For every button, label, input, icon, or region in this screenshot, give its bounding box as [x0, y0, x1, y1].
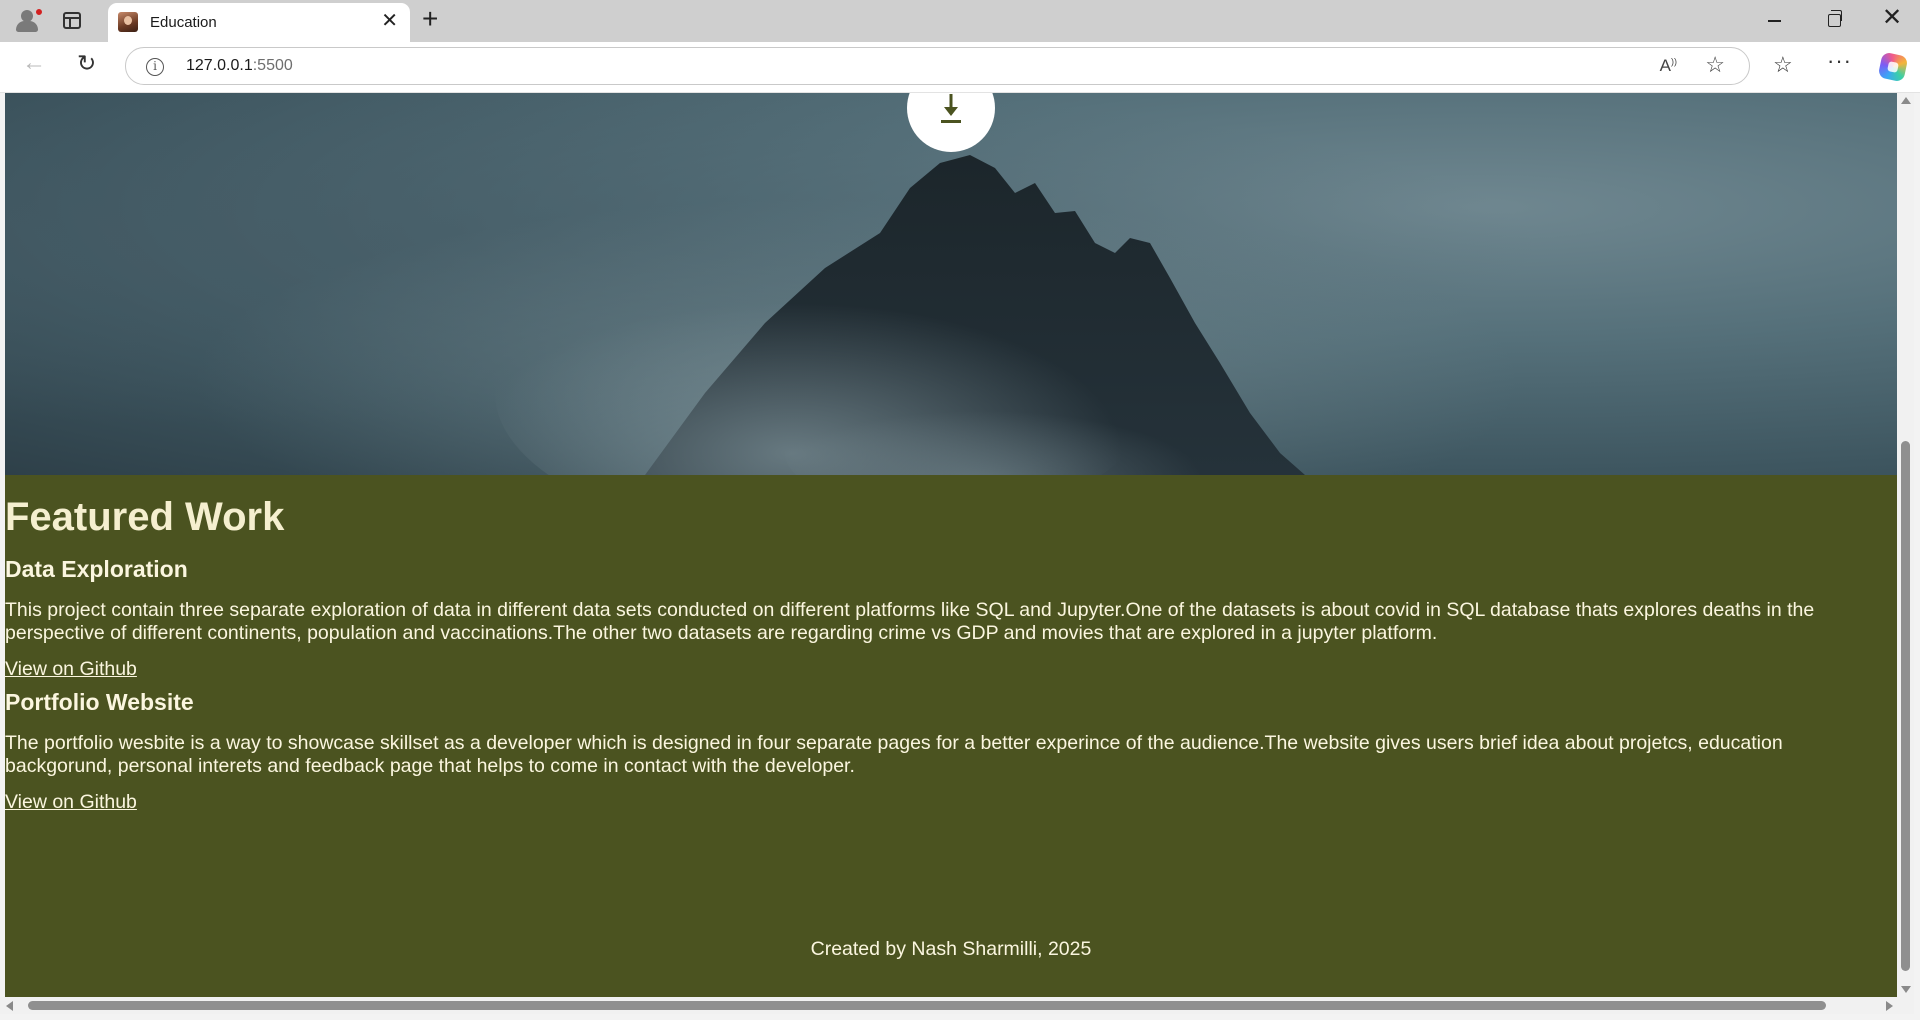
favicon-icon	[118, 12, 138, 32]
url-text: 127.0.0.1:5500	[186, 57, 293, 74]
address-bar[interactable]: i 127.0.0.1:5500 A)) ☆	[125, 47, 1750, 85]
scrollbar-thumb[interactable]	[28, 1001, 1826, 1010]
minimize-icon[interactable]	[1768, 20, 1781, 22]
footer-credit: Created by Nash Sharmilli, 2025	[810, 938, 1092, 960]
project-title: Portfolio Website	[5, 689, 194, 715]
scrollbar-corner	[1897, 997, 1914, 1014]
scroll-left-icon[interactable]	[6, 1001, 13, 1011]
project-title: Data Exploration	[5, 556, 188, 582]
page-viewport: Featured Work Data Exploration This proj…	[5, 93, 1897, 997]
scroll-up-icon[interactable]	[1901, 97, 1911, 104]
info-icon[interactable]: i	[146, 58, 164, 76]
favorites-icon[interactable]: ☆	[1773, 54, 1793, 76]
scroll-down-icon[interactable]	[1901, 986, 1911, 993]
horizontal-scrollbar[interactable]	[0, 997, 1897, 1014]
plus-icon[interactable]: +	[422, 5, 438, 33]
window-close-icon[interactable]: ✕	[1882, 6, 1902, 30]
project-description: This project contain three separate expl…	[5, 599, 1815, 644]
read-aloud-icon[interactable]: A))	[1660, 56, 1677, 76]
page-title: Featured Work	[5, 495, 285, 539]
tab-actions-icon[interactable]	[63, 12, 81, 29]
github-link[interactable]: View on Github	[5, 658, 137, 681]
vertical-scrollbar[interactable]	[1897, 93, 1914, 997]
featured-work-section: Featured Work Data Exploration This proj…	[5, 475, 1897, 997]
restore-icon[interactable]	[1828, 10, 1842, 27]
project-description: The portfolio wesbite is a way to showca…	[5, 732, 1783, 777]
reload-icon[interactable]: ↻	[77, 52, 96, 75]
download-icon	[941, 94, 961, 123]
notification-dot	[35, 8, 43, 16]
scroll-right-icon[interactable]	[1886, 1001, 1893, 1011]
scrollbar-thumb[interactable]	[1901, 441, 1910, 971]
hero-image	[5, 93, 1897, 475]
tab-title: Education	[150, 14, 217, 31]
copilot-icon[interactable]	[1877, 51, 1909, 83]
browser-toolbar: ← ↻ i 127.0.0.1:5500 A)) ☆ ☆ ···	[0, 42, 1920, 93]
tab-education[interactable]: Education ✕	[108, 3, 410, 42]
star-icon[interactable]: ☆	[1705, 54, 1725, 76]
github-link[interactable]: View on Github	[5, 791, 137, 814]
profile-icon[interactable]	[12, 8, 44, 34]
back-arrow-icon[interactable]: ←	[22, 51, 46, 75]
close-icon[interactable]: ✕	[381, 11, 398, 31]
more-icon[interactable]: ···	[1827, 50, 1852, 72]
browser-tab-bar: Education ✕ + ✕	[0, 0, 1920, 42]
